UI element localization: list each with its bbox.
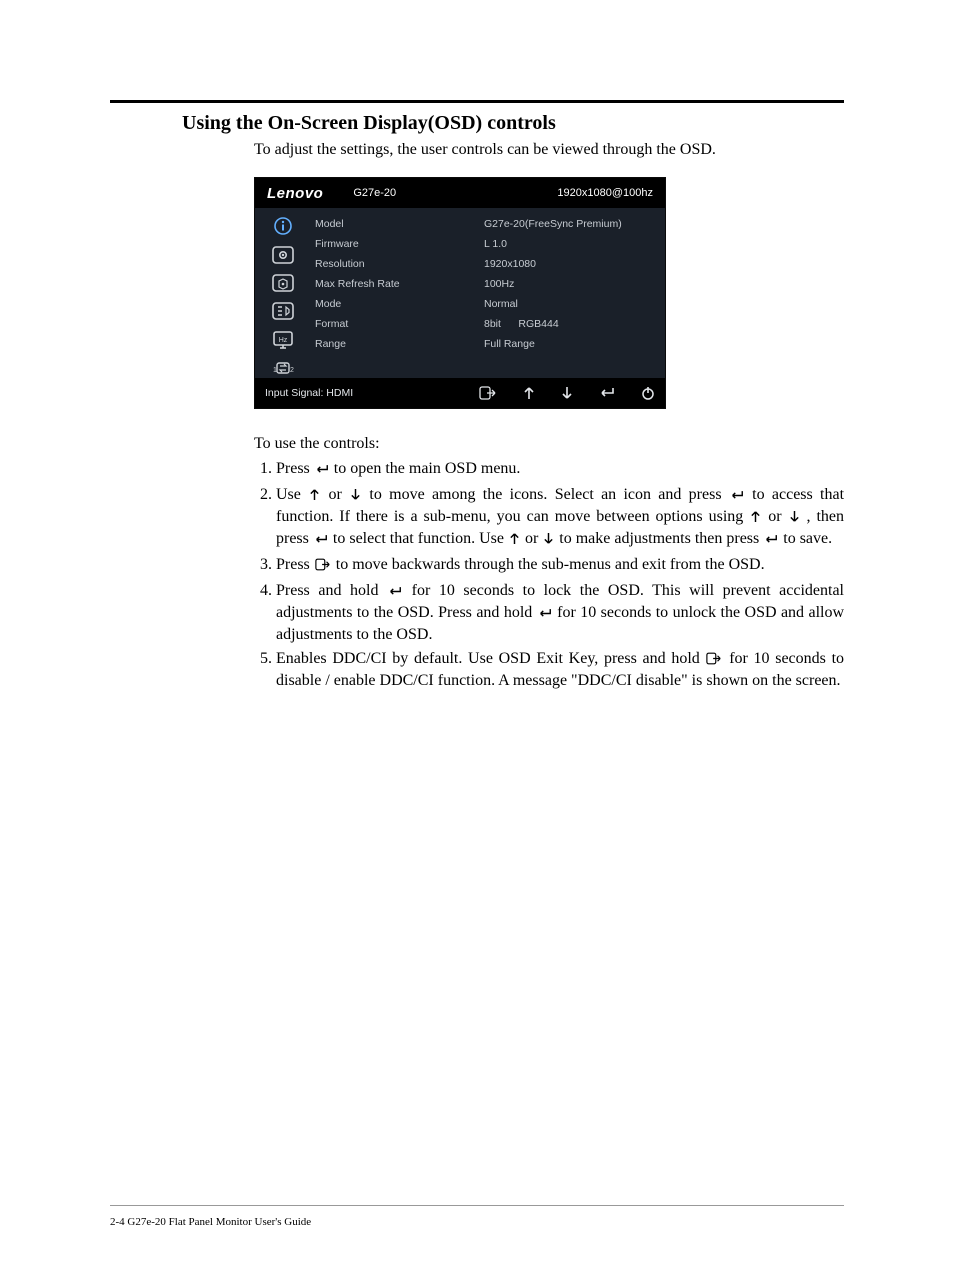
osd-value: 8bit RGB444 (484, 318, 655, 330)
osd-resolution-header: 1920x1080@100hz (557, 187, 653, 199)
hz-icon[interactable]: Hz (272, 330, 294, 350)
step-text: Press (276, 460, 314, 477)
list-item: Press and hold for 10 seconds to lock th… (276, 581, 844, 645)
enter-icon (388, 583, 402, 603)
arrow-down-icon (350, 487, 361, 507)
osd-footer: Input Signal: HDMI (255, 378, 665, 408)
osd-values: G27e-20(FreeSync Premium) L 1.0 1920x108… (484, 208, 665, 378)
enter-icon (764, 531, 778, 551)
step-text: to move among the icons. Select an icon … (369, 486, 728, 503)
svg-text:Hz: Hz (279, 337, 288, 344)
osd-window: Lenovo G27e-20 1920x1080@100hz Hz 12 Mod… (254, 177, 666, 409)
osd-label: Format (315, 318, 480, 330)
page-footer: 2-4 G27e-20 Flat Panel Monitor User's Gu… (110, 1216, 311, 1228)
enter-icon[interactable] (599, 387, 615, 399)
arrow-down-icon (789, 509, 800, 529)
osd-model-header: G27e-20 (353, 187, 396, 199)
arrow-up-icon (509, 531, 520, 551)
arrow-up-icon[interactable] (523, 386, 535, 400)
arrow-down-icon[interactable] (561, 386, 573, 400)
arrow-up-icon (750, 509, 761, 529)
exit-icon (706, 651, 722, 671)
intro-text: To adjust the settings, the user control… (254, 141, 844, 159)
step-text: Press and hold (276, 582, 387, 599)
osd-label: Firmware (315, 238, 480, 250)
osd-value: G27e-20(FreeSync Premium) (484, 218, 655, 230)
enter-icon (730, 487, 744, 507)
osd-label: Resolution (315, 258, 480, 270)
osd-label: Max Refresh Rate (315, 278, 480, 290)
osd-value: 100Hz (484, 278, 655, 290)
osd-sidebar: Hz 12 (255, 208, 311, 378)
exit-icon[interactable] (479, 386, 497, 400)
controls-intro: To use the controls: (254, 435, 844, 453)
step-text: to make adjustments then press (559, 530, 763, 547)
menu-settings-icon[interactable] (272, 302, 294, 320)
step-text: to save. (783, 530, 832, 547)
arrow-down-icon (543, 531, 554, 551)
step-text: or (768, 508, 787, 525)
steps-list: Press to open the main OSD menu. Use or … (254, 459, 844, 691)
step-text: Enables DDC/CI by default. Use OSD Exit … (276, 650, 705, 667)
osd-label: Model (315, 218, 480, 230)
enter-icon (315, 461, 329, 481)
osd-value: 1920x1080 (484, 258, 655, 270)
section-title: Using the On-Screen Display(OSD) control… (182, 112, 844, 135)
picture-icon[interactable] (272, 246, 294, 264)
list-item: Press to open the main OSD menu. (276, 459, 844, 481)
step-text: or (328, 486, 349, 503)
osd-body: Hz 12 Model Firmware Resolution Max Refr… (255, 208, 665, 378)
osd-value: Full Range (484, 338, 655, 350)
footer-rule (110, 1205, 844, 1206)
osd-value: Normal (484, 298, 655, 310)
list-item: Enables DDC/CI by default. Use OSD Exit … (276, 649, 844, 691)
osd-value: L 1.0 (484, 238, 655, 250)
list-item: Press to move backwards through the sub-… (276, 555, 844, 577)
exit-icon (315, 557, 331, 577)
step-text: or (525, 530, 542, 547)
osd-labels: Model Firmware Resolution Max Refresh Ra… (311, 208, 484, 378)
step-text: to select that function. Use (333, 530, 508, 547)
enter-icon (538, 605, 552, 625)
power-icon[interactable] (641, 386, 655, 400)
top-rule (110, 100, 844, 103)
step-text: to move backwards through the sub-menus … (336, 556, 765, 573)
enter-icon (314, 531, 328, 551)
step-text: Use (276, 486, 308, 503)
game-icon[interactable] (272, 274, 294, 292)
osd-input-signal: Input Signal: HDMI (265, 387, 353, 399)
step-text: to open the main OSD menu. (334, 460, 521, 477)
step-text: Press (276, 556, 314, 573)
list-item: Use or to move among the icons. Select a… (276, 485, 844, 551)
osd-label: Range (315, 338, 480, 350)
svg-text:2: 2 (290, 367, 294, 374)
info-icon[interactable] (273, 216, 293, 236)
arrow-up-icon (309, 487, 320, 507)
osd-brand: Lenovo (267, 185, 323, 202)
osd-header: Lenovo G27e-20 1920x1080@100hz (255, 178, 665, 208)
osd-label: Mode (315, 298, 480, 310)
input-swap-icon[interactable]: 12 (271, 360, 295, 376)
